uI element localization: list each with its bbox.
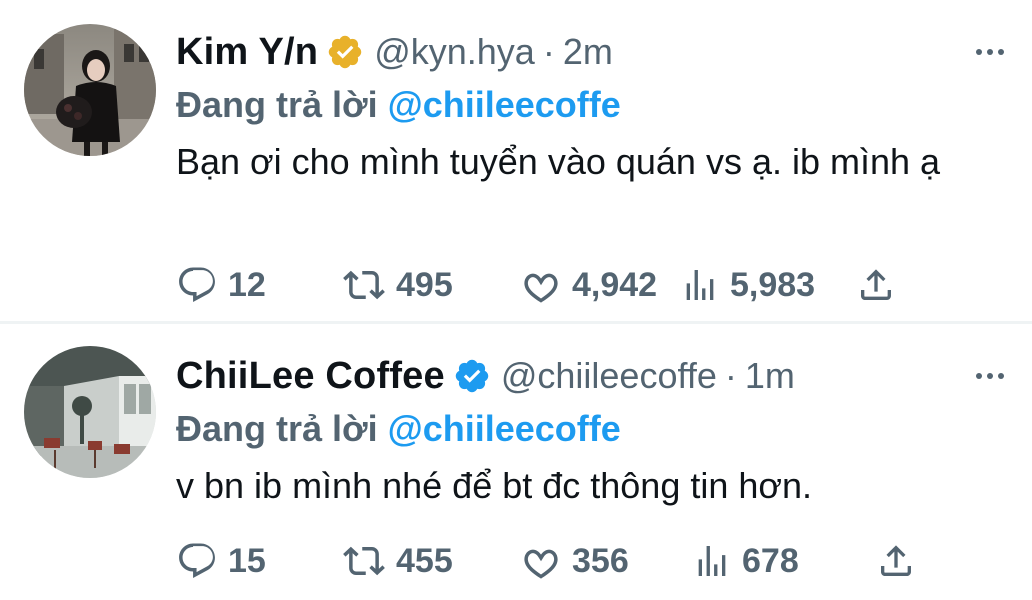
tweet[interactable]: Kim Y/n @kyn.hya · 2m Đang trả lời @chiil… bbox=[0, 0, 1032, 324]
retweet-button[interactable]: 495 bbox=[342, 264, 520, 306]
tweet[interactable]: ChiiLee Coffee @chiileecoffe · 1m Đang t… bbox=[0, 324, 1032, 600]
avatar[interactable] bbox=[24, 24, 156, 156]
reply-mention-link[interactable]: @chiileecoffe bbox=[388, 408, 621, 449]
retweet-icon bbox=[343, 546, 385, 576]
tweet-text: v bn ib mình nhé để bt đc thông tin hơn. bbox=[176, 465, 813, 506]
views-button[interactable]: 5,983 bbox=[680, 264, 856, 306]
reply-icon bbox=[179, 543, 215, 578]
retweet-icon bbox=[343, 270, 385, 300]
retweet-count: 495 bbox=[396, 265, 453, 304]
more-horizontal-icon[interactable] bbox=[972, 364, 1008, 388]
heart-icon bbox=[524, 273, 558, 303]
separator: · bbox=[542, 31, 555, 72]
heart-icon bbox=[524, 549, 558, 579]
reply-icon bbox=[179, 267, 215, 302]
views-button[interactable]: 678 bbox=[692, 540, 856, 582]
reply-button[interactable]: 15 bbox=[176, 540, 342, 582]
timestamp[interactable]: 1m bbox=[745, 355, 795, 397]
like-count: 4,942 bbox=[572, 265, 658, 304]
like-count: 356 bbox=[572, 541, 629, 580]
reply-mention-link[interactable]: @chiileecoffe bbox=[388, 84, 621, 125]
handle[interactable]: @chiileecoffe bbox=[501, 355, 717, 397]
like-button[interactable]: 4,942 bbox=[520, 264, 676, 306]
share-icon bbox=[881, 545, 911, 576]
separator: · bbox=[724, 355, 737, 396]
views-icon bbox=[698, 546, 726, 576]
verified-badge-icon bbox=[326, 33, 364, 71]
view-count: 678 bbox=[742, 541, 799, 580]
verified-badge-icon bbox=[453, 357, 491, 395]
display-name[interactable]: Kim Y/n bbox=[176, 31, 318, 74]
retweet-count: 455 bbox=[396, 541, 453, 580]
reply-prefix: Đang trả lời bbox=[176, 84, 378, 125]
view-count: 5,983 bbox=[730, 265, 816, 304]
like-button[interactable]: 356 bbox=[520, 540, 692, 582]
share-button[interactable] bbox=[856, 264, 896, 306]
tweet-text: Bạn ơi cho mình tuyển vào quán vs ạ. ib … bbox=[176, 141, 941, 182]
reply-count: 12 bbox=[228, 265, 266, 304]
tweet-actions: 12 495 4,942 5,983 bbox=[176, 260, 896, 310]
handle[interactable]: @kyn.hya bbox=[374, 31, 535, 73]
replying-to: Đang trả lời @chiileecoffe bbox=[176, 84, 1008, 126]
tweet-actions: 15 455 356 678 bbox=[176, 536, 916, 586]
reply-button[interactable]: 12 bbox=[176, 264, 342, 306]
share-button[interactable] bbox=[876, 540, 916, 582]
replying-to: Đang trả lời @chiileecoffe bbox=[176, 408, 1008, 450]
more-horizontal-icon[interactable] bbox=[972, 40, 1008, 64]
timestamp[interactable]: 2m bbox=[563, 31, 613, 73]
display-name[interactable]: ChiiLee Coffee bbox=[176, 355, 445, 398]
share-icon bbox=[861, 269, 891, 300]
retweet-button[interactable]: 455 bbox=[342, 540, 520, 582]
avatar[interactable] bbox=[24, 346, 156, 478]
reply-prefix: Đang trả lời bbox=[176, 408, 378, 449]
reply-count: 15 bbox=[228, 541, 266, 580]
views-icon bbox=[686, 270, 714, 300]
